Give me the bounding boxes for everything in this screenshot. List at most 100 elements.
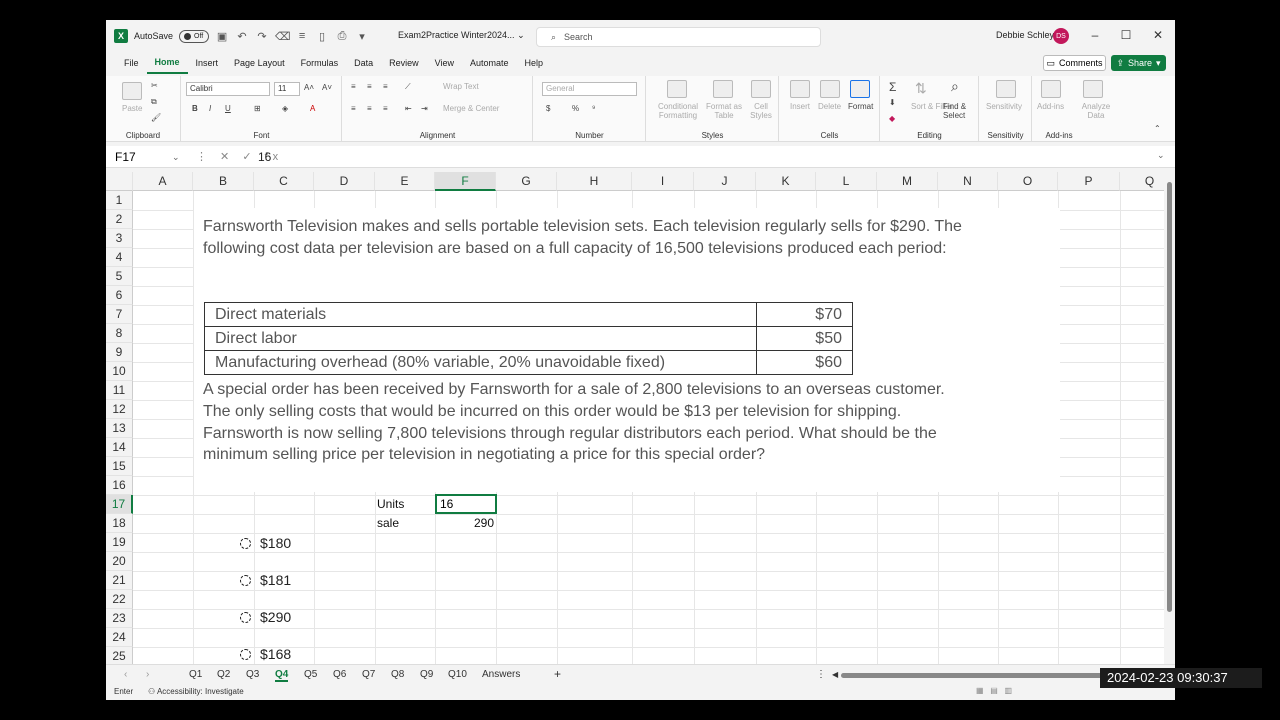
tab-insert[interactable]: Insert (188, 52, 227, 74)
align-left-icon[interactable]: ≡ (351, 104, 356, 113)
sensitivity-button[interactable]: Sensitivity (986, 102, 1022, 111)
expand-formula-icon[interactable]: ⌄ (1157, 150, 1165, 161)
row-header[interactable]: 6 (106, 286, 133, 305)
sensitivity-icon[interactable] (996, 80, 1016, 98)
tab-view[interactable]: View (427, 52, 462, 74)
radio-icon[interactable] (240, 611, 251, 623)
choice-option[interactable]: $181 (240, 572, 291, 588)
insert-cells-button[interactable]: Insert (790, 102, 810, 111)
tab-automate[interactable]: Automate (462, 52, 517, 74)
format-cells-icon[interactable] (850, 80, 870, 98)
copy-icon[interactable]: ⧉ (151, 97, 157, 107)
sheet-tab[interactable]: Q10 (448, 669, 467, 680)
collapse-ribbon-icon[interactable]: ⌃ (1154, 124, 1161, 133)
column-header[interactable]: A (133, 172, 193, 191)
document-title[interactable]: Exam2Practice Winter2024... ⌄ (398, 30, 525, 41)
sheet-tab[interactable]: Q8 (391, 669, 404, 680)
view-buttons[interactable]: ▦ ▤ ▥ (976, 686, 1012, 695)
italic-icon[interactable]: I (209, 104, 211, 113)
horizontal-scrollbar[interactable] (841, 673, 1131, 678)
conditional-formatting-button[interactable]: Conditional Formatting (653, 102, 703, 120)
row-header[interactable]: 18 (106, 514, 133, 533)
column-header[interactable]: G (496, 172, 557, 191)
underline-icon[interactable]: U (225, 104, 231, 113)
comma-icon[interactable]: ⁹ (592, 104, 595, 113)
conditional-formatting-icon[interactable] (667, 80, 687, 98)
row-header[interactable]: 23 (106, 609, 133, 628)
column-header[interactable]: B (193, 172, 254, 191)
row-header[interactable]: 10 (106, 362, 133, 381)
cell-e18[interactable]: sale (377, 516, 399, 530)
comments-button[interactable]: ▭ Comments (1043, 55, 1106, 71)
save-icon[interactable]: ▣ (215, 30, 229, 43)
sheet-tab[interactable]: Q6 (333, 669, 346, 680)
row-header[interactable]: 3 (106, 229, 133, 248)
cell-f18[interactable]: 290 (436, 516, 494, 530)
row-header[interactable]: 2 (106, 210, 133, 229)
tab-home[interactable]: Home (146, 52, 188, 74)
radio-icon[interactable] (240, 537, 251, 549)
font-color-icon[interactable]: A (310, 104, 315, 113)
print-preview-icon[interactable]: ⎙ (335, 30, 349, 43)
format-cells-button[interactable]: Format (848, 102, 873, 111)
active-cell-f17[interactable]: 16 (435, 494, 497, 514)
row-header[interactable]: 9 (106, 343, 133, 362)
sort-filter-icon[interactable]: ⇅ (915, 80, 927, 97)
currency-icon[interactable]: $ (546, 104, 550, 113)
decrease-indent-icon[interactable]: ⇤ (405, 104, 412, 113)
accessibility-status[interactable]: ⚇ Accessibility: Investigate (148, 687, 244, 696)
analyze-data-icon[interactable] (1083, 80, 1103, 98)
choice-option[interactable]: $290 (240, 609, 291, 625)
cell-styles-icon[interactable] (751, 80, 771, 98)
insert-cells-icon[interactable] (790, 80, 810, 98)
sheet-tab[interactable]: Q3 (246, 669, 259, 680)
tab-review[interactable]: Review (381, 52, 427, 74)
choice-option[interactable]: $168 (240, 646, 291, 662)
row-header[interactable]: 19 (106, 533, 133, 552)
row-header[interactable]: 5 (106, 267, 133, 286)
vertical-scrollbar[interactable] (1164, 172, 1175, 664)
row-header[interactable]: 4 (106, 248, 133, 267)
redo-icon[interactable]: ↷ (255, 30, 269, 43)
row-header[interactable]: 11 (106, 381, 133, 400)
delete-cells-icon[interactable] (820, 80, 840, 98)
sheet-tab[interactable]: Q1 (189, 669, 202, 680)
format-as-table-icon[interactable] (713, 80, 733, 98)
cell-e17[interactable]: Units (377, 497, 404, 511)
percent-icon[interactable]: % (572, 104, 579, 113)
share-button[interactable]: ⇪ Share ▾ (1111, 55, 1166, 71)
column-header[interactable]: Q (1120, 172, 1166, 191)
row-header[interactable]: 20 (106, 552, 133, 571)
column-header[interactable]: L (816, 172, 877, 191)
cell-styles-button[interactable]: Cell Styles (745, 102, 777, 120)
user-name[interactable]: Debbie Schley (996, 30, 1054, 40)
row-header[interactable]: 8 (106, 324, 133, 343)
column-header[interactable]: K (756, 172, 816, 191)
row-header[interactable]: 1 (106, 191, 133, 210)
prev-sheet-icon[interactable]: ‹ (124, 669, 127, 680)
find-select-icon[interactable]: ⌕ (951, 78, 959, 95)
row-header[interactable]: 25 (106, 647, 133, 664)
name-box[interactable]: F17 ⌄ (110, 149, 182, 166)
orientation-icon[interactable]: ⟋ (405, 82, 411, 92)
fill-color-icon[interactable]: ◈ (282, 104, 288, 113)
row-header[interactable]: 16 (106, 476, 133, 495)
format-painter-icon[interactable]: 🖌 (151, 113, 161, 122)
column-header[interactable]: C (254, 172, 314, 191)
column-header[interactable]: O (998, 172, 1058, 191)
next-sheet-icon[interactable]: › (146, 669, 149, 680)
add-sheet-icon[interactable]: + (554, 667, 561, 681)
avatar[interactable]: DS (1053, 28, 1069, 44)
column-header[interactable]: P (1058, 172, 1120, 191)
cut-icon[interactable]: ✂ (151, 81, 158, 90)
sheet-tab[interactable]: Answers (482, 669, 520, 680)
bold-icon[interactable]: B (192, 104, 198, 113)
radio-icon[interactable] (240, 648, 251, 660)
font-size-select[interactable]: 11 (274, 82, 300, 96)
page-icon[interactable]: ▯ (315, 30, 329, 43)
row-header[interactable]: 14 (106, 438, 133, 457)
scroll-left-icon[interactable]: ◀ (832, 670, 838, 679)
column-header[interactable]: E (375, 172, 435, 191)
row-header[interactable]: 15 (106, 457, 133, 476)
close-icon[interactable]: ✕ (1151, 28, 1165, 42)
